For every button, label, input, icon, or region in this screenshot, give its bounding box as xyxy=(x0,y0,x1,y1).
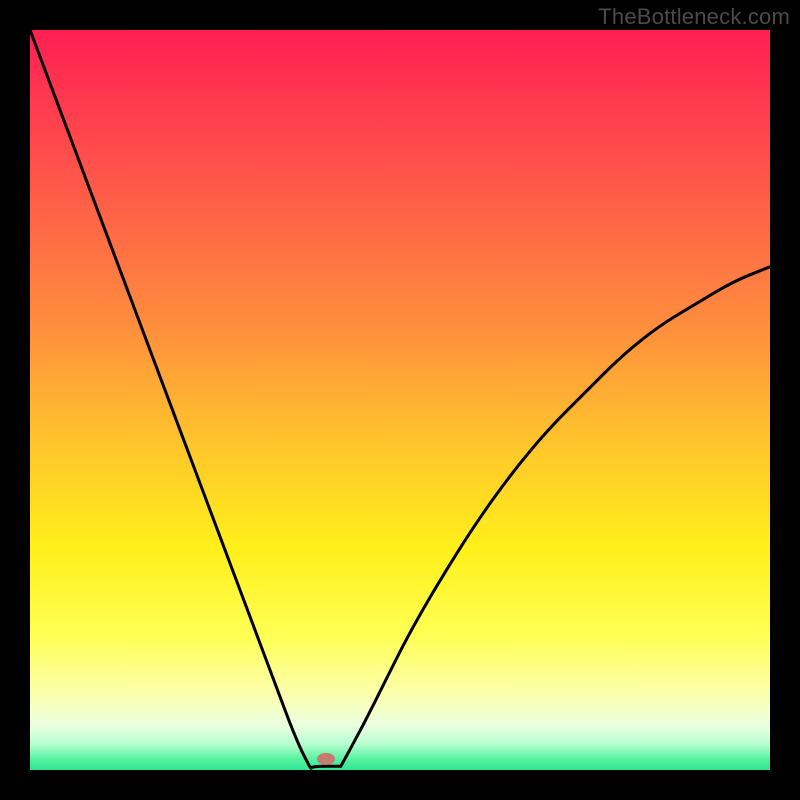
watermark-text: TheBottleneck.com xyxy=(598,4,790,30)
bottleneck-plot xyxy=(30,30,770,770)
plot-svg xyxy=(30,30,770,770)
chart-canvas: TheBottleneck.com xyxy=(0,0,800,800)
minimum-marker xyxy=(317,753,335,765)
gradient-background xyxy=(30,30,770,770)
